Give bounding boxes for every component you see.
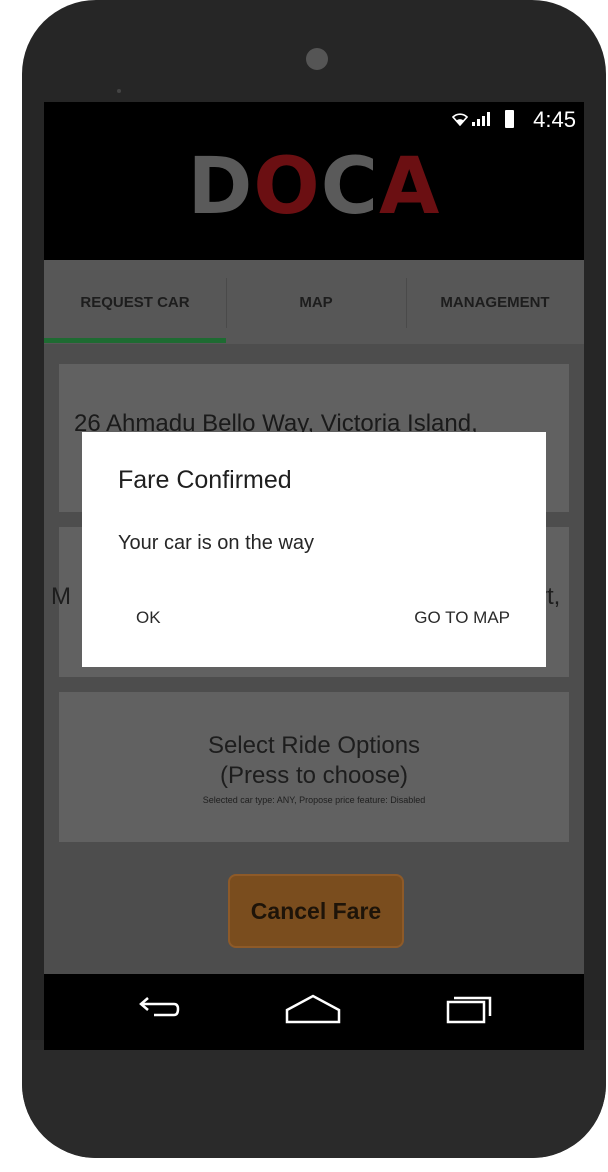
- dialog-message: Your car is on the way: [118, 532, 315, 554]
- dialog-title: Fare Confirmed: [118, 466, 292, 494]
- status-icons: [452, 112, 490, 126]
- logo-letter: C: [320, 142, 379, 232]
- home-icon[interactable]: [283, 990, 343, 1030]
- destination-text-start: M: [51, 583, 71, 610]
- status-bar: 4:45: [44, 102, 584, 138]
- ride-options-button[interactable]: Select Ride Options (Press to choose) Se…: [59, 692, 569, 842]
- ride-options-subtitle: (Press to choose): [219, 762, 409, 789]
- tab-bar: REQUEST CAR MAP MANAGEMENT: [44, 260, 584, 344]
- signal-icon: [472, 112, 490, 126]
- fare-confirmed-dialog: Fare Confirmed Your car is on the way OK…: [82, 432, 546, 667]
- logo-letter: A: [378, 142, 441, 232]
- logo-letter: D: [187, 142, 254, 232]
- tab-selected-indicator: [44, 338, 226, 343]
- request-car-panel: 26 Ahmadu Bello Way, Victoria Island, M …: [44, 344, 584, 974]
- tab-management[interactable]: MANAGEMENT: [406, 260, 584, 344]
- phone-chin: [22, 1040, 606, 1158]
- ride-options-details: Selected car type: ANY, Propose price fe…: [202, 795, 426, 805]
- logo-letter: O: [253, 142, 321, 232]
- battery-icon: [505, 110, 514, 128]
- cancel-fare-button[interactable]: Cancel Fare: [228, 874, 404, 948]
- wifi-icon: [452, 113, 468, 126]
- front-camera: [306, 48, 328, 70]
- tab-request-car[interactable]: REQUEST CAR: [44, 260, 226, 344]
- app-logo: DOCA: [44, 142, 584, 232]
- ride-options-title: Select Ride Options: [207, 732, 421, 759]
- go-to-map-button[interactable]: GO TO MAP: [414, 608, 510, 628]
- recents-icon[interactable]: [442, 990, 492, 1030]
- ok-button[interactable]: OK: [136, 608, 161, 628]
- screen: 4:45 DOCA REQUEST CAR MAP MANAGEMENT 26 …: [44, 102, 584, 1050]
- back-icon[interactable]: [132, 990, 182, 1030]
- tab-map[interactable]: MAP: [226, 260, 406, 344]
- sensor-dot: [117, 89, 121, 93]
- navigation-bar: [44, 974, 584, 1050]
- status-time: 4:45: [533, 107, 576, 132]
